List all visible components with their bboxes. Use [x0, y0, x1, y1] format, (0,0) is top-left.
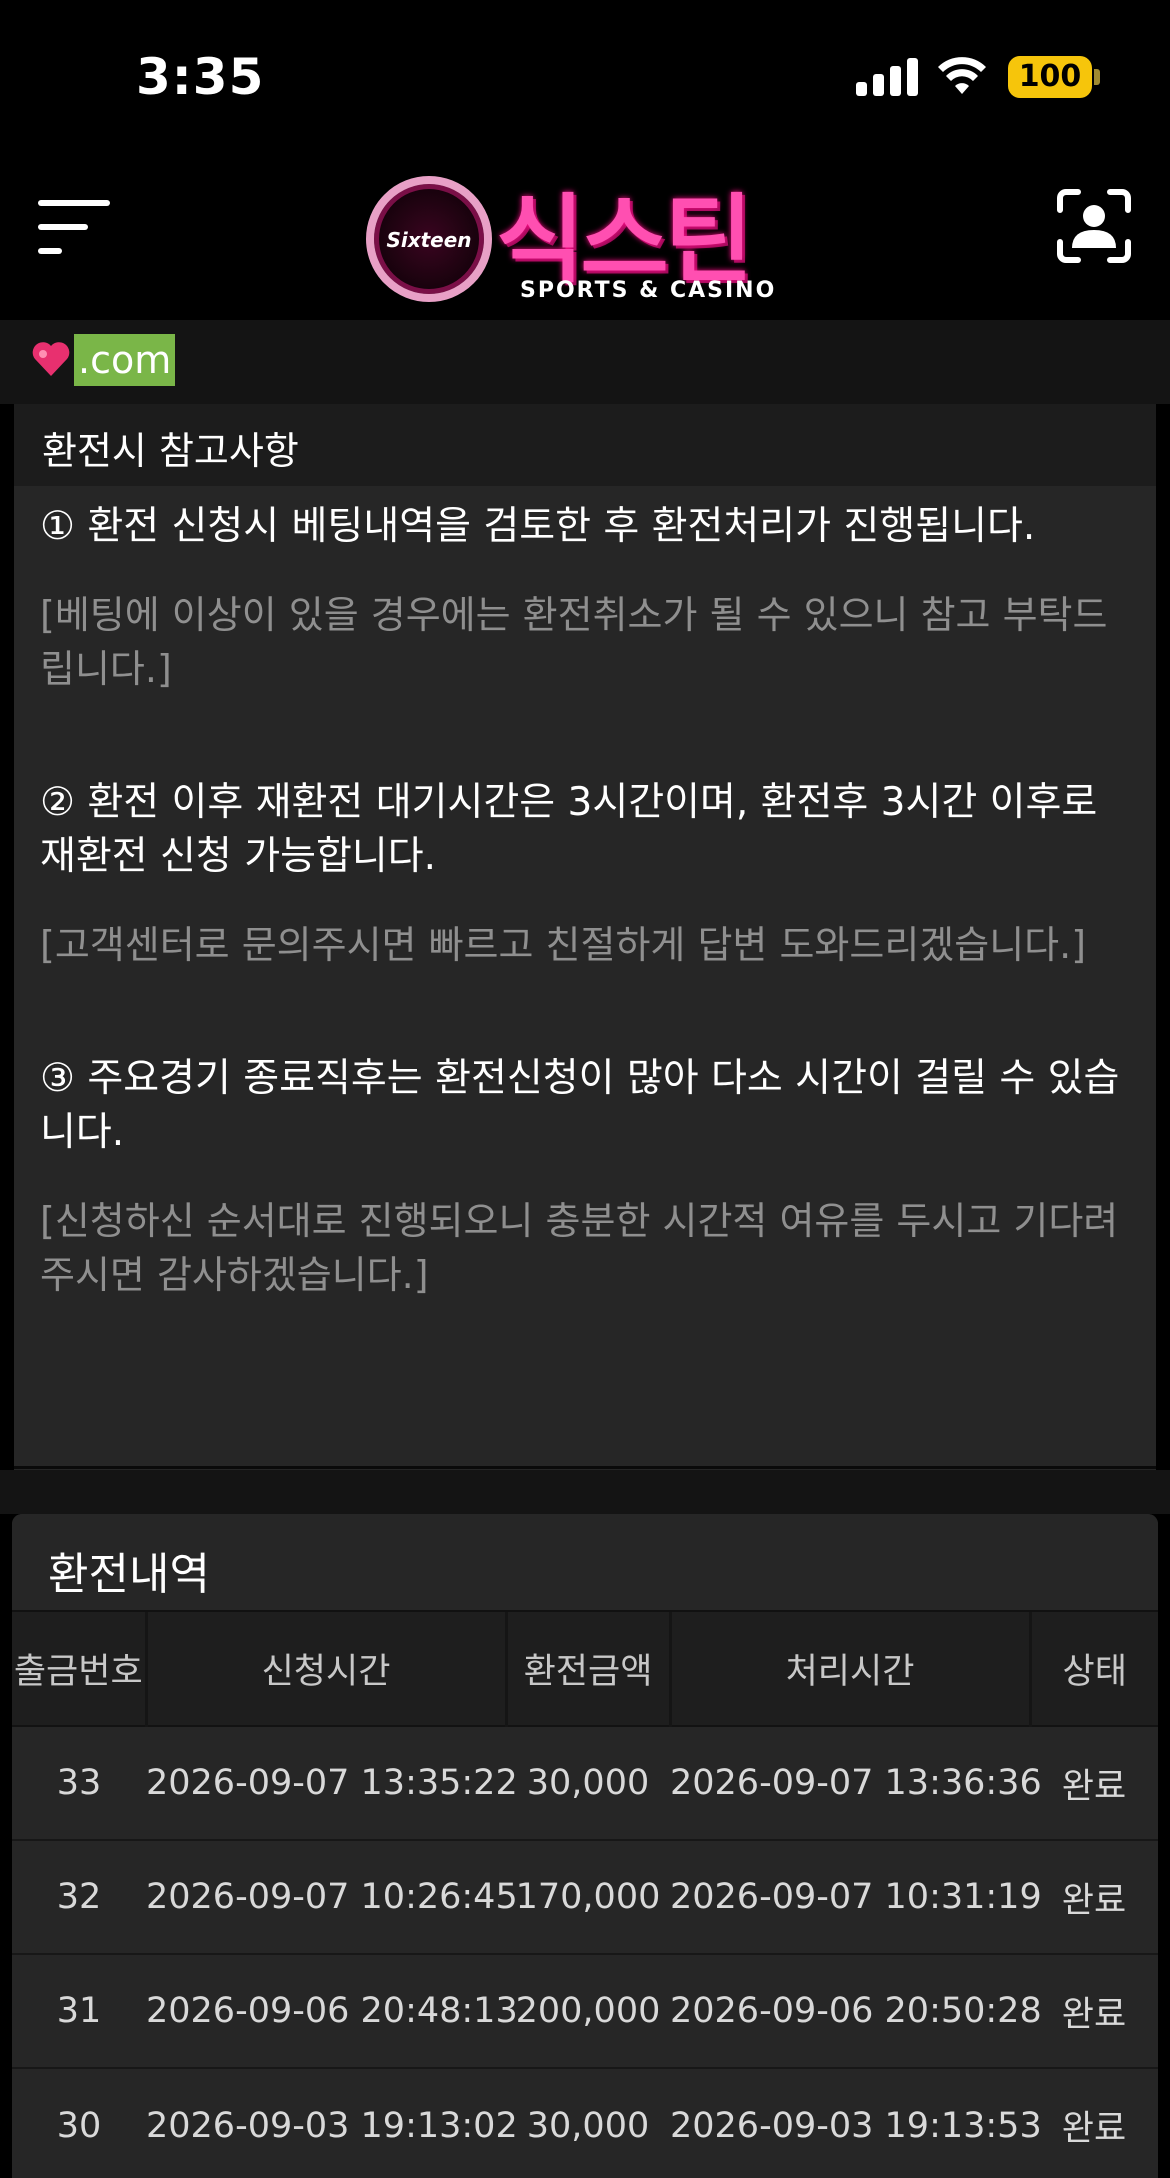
section-gap	[0, 1470, 1170, 1514]
table-row[interactable]: 30 2026-09-03 19:13:02 30,000 2026-09-03…	[12, 2067, 1158, 2178]
status-bar: 3:35 100	[0, 0, 1170, 150]
cell-request-time: 2026-09-03 19:13:02	[146, 2067, 518, 2178]
divider	[14, 1466, 1156, 1469]
logo-subtitle: SPORTS & CASINO	[520, 278, 777, 303]
table-row[interactable]: 31 2026-09-06 20:48:13 200,000 2026-09-0…	[12, 1953, 1158, 2068]
notice-item-sub: [베팅에 이상이 있을 경우에는 환전취소가 될 수 있으니 참고 부탁드립니다…	[40, 593, 1108, 691]
notice-item-main: ③ 주요경기 종료직후는 환전신청이 많아 다소 시간이 걸릴 수 있습니다.	[40, 1056, 1120, 1155]
column-header-request-time: 신청시간	[144, 1612, 506, 1727]
brand-logo[interactable]: Sixteen 식스틴 SPORTS & CASINO	[364, 168, 814, 304]
column-header-amount: 환전금액	[504, 1612, 670, 1727]
history-header: 환전내역	[12, 1514, 1158, 1612]
cell-processed-time: 2026-09-07 10:31:19	[670, 1839, 1042, 1954]
cell-number: 31	[12, 1953, 146, 2068]
cell-request-time: 2026-09-06 20:48:13	[146, 1953, 518, 2068]
notice-item-main: ② 환전 이후 재환전 대기시간은 3시간이며, 환전후 3시간 이후로 재환전…	[40, 780, 1098, 879]
notice-body: ① 환전 신청시 베팅내역을 검토한 후 환전처리가 진행됩니다. [베팅에 이…	[40, 500, 1140, 1346]
heart-icon	[32, 342, 70, 376]
notice-item-sub: [고객센터로 문의주시면 빠르고 친절하게 답변 도와드리겠습니다.]	[40, 923, 1087, 967]
cell-number: 33	[12, 1725, 146, 1840]
cell-status: 완료	[1030, 2067, 1158, 2178]
notice-item: ② 환전 이후 재환전 대기시간은 3시간이며, 환전후 3시간 이후로 재환전…	[40, 776, 1140, 972]
notice-item: ① 환전 신청시 베팅내역을 검토한 후 환전처리가 진행됩니다. [베팅에 이…	[40, 500, 1140, 696]
notice-header: 환전시 참고사항	[14, 404, 1156, 486]
cell-number: 32	[12, 1839, 146, 1954]
domain-text: .com	[74, 334, 176, 386]
app-header: Sixteen 식스틴 SPORTS & CASINO	[0, 150, 1170, 320]
table-row[interactable]: 33 2026-09-07 13:35:22 30,000 2026-09-07…	[12, 1725, 1158, 1840]
domain-bar: .com	[0, 320, 1170, 404]
status-time: 3:35	[136, 48, 265, 106]
profile-scan-icon[interactable]	[1056, 188, 1132, 264]
table-row[interactable]: 32 2026-09-07 10:26:45 170,000 2026-09-0…	[12, 1839, 1158, 1954]
cell-request-time: 2026-09-07 10:26:45	[146, 1839, 518, 1954]
battery-icon: 100	[1008, 56, 1092, 98]
notice-title: 환전시 참고사항	[42, 429, 299, 473]
cell-processed-time: 2026-09-06 20:50:28	[670, 1953, 1042, 2068]
battery-tip	[1094, 69, 1100, 85]
cell-status: 완료	[1030, 1725, 1158, 1840]
cell-number: 30	[12, 2067, 146, 2178]
cell-amount: 30,000	[506, 1725, 670, 1840]
cell-request-time: 2026-09-07 13:35:22	[146, 1725, 518, 1840]
notice-item: ③ 주요경기 종료직후는 환전신청이 많아 다소 시간이 걸릴 수 있습니다. …	[40, 1052, 1140, 1302]
wifi-icon	[938, 57, 986, 94]
notice-item-main: ① 환전 신청시 베팅내역을 검토한 후 환전처리가 진행됩니다.	[40, 504, 1036, 549]
withdrawal-history-panel: 환전내역 출금번호 신청시간 환전금액 처리시간 상태 33 2026-09-0…	[12, 1514, 1158, 2178]
column-header-status: 상태	[1028, 1612, 1158, 1727]
hamburger-menu-icon[interactable]	[38, 194, 112, 260]
cell-status: 완료	[1030, 1953, 1158, 2068]
history-table: 출금번호 신청시간 환전금액 처리시간 상태 33 2026-09-07 13:…	[12, 1612, 1158, 2178]
notice-item-sub: [신청하신 순서대로 진행되오니 충분한 시간적 여유를 두시고 기다려 주시면…	[40, 1199, 1119, 1297]
history-title: 환전내역	[48, 1549, 210, 1600]
withdrawal-notice-panel: 환전시 참고사항 ① 환전 신청시 베팅내역을 검토한 후 환전처리가 진행됩니…	[14, 404, 1156, 1470]
column-header-number: 출금번호	[12, 1612, 146, 1727]
table-header-row: 출금번호 신청시간 환전금액 처리시간 상태	[12, 1612, 1158, 1727]
logo-badge: Sixteen	[366, 176, 492, 302]
logo-badge-text: Sixteen	[386, 228, 472, 252]
column-header-processed-time: 처리시간	[668, 1612, 1030, 1727]
cell-processed-time: 2026-09-03 19:13:53	[670, 2067, 1042, 2178]
cell-amount: 170,000	[506, 1839, 670, 1954]
cell-amount: 30,000	[506, 2067, 670, 2178]
cell-status: 완료	[1030, 1839, 1158, 1954]
cell-processed-time: 2026-09-07 13:36:36	[670, 1725, 1042, 1840]
cell-amount: 200,000	[506, 1953, 670, 2068]
cellular-signal-icon	[856, 58, 918, 96]
